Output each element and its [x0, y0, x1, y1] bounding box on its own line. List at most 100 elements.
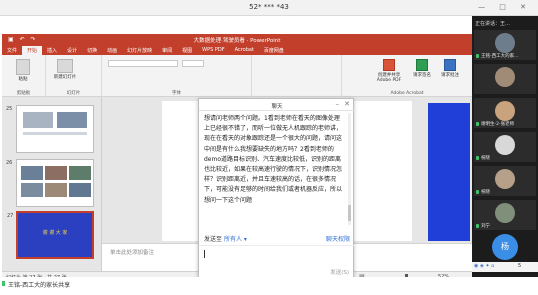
slide-thumbnail-25[interactable]: 25	[6, 105, 94, 153]
self-avatar[interactable]: 杨	[492, 234, 518, 260]
ribbon-group-acrobat: 创建并共享Adobe PDF 请求签名 请求批注 Adobe Acrobat	[342, 55, 472, 97]
paste-button[interactable]: 粘贴	[10, 59, 36, 82]
thumbnail-text-line	[23, 132, 87, 135]
slide-thumbnail-26[interactable]: 26	[6, 159, 94, 207]
chat-scrollbar-thumb[interactable]	[348, 205, 351, 221]
tab-wps-pdf[interactable]: WPS PDF	[197, 46, 229, 55]
send-to-row: 发送至 所有人 ▾ 聊天权限	[204, 234, 350, 244]
participant-name: 祝晓	[481, 190, 490, 195]
participant-tile[interactable]	[474, 64, 536, 94]
chat-permission-button[interactable]: 聊天权限	[326, 234, 350, 243]
request-comments-label: 请求批注	[441, 73, 459, 78]
thumbnail-image	[21, 166, 43, 180]
text-caret	[204, 250, 205, 258]
tab-insert[interactable]: 插入	[42, 46, 62, 55]
avatar	[495, 67, 515, 87]
tab-animations[interactable]: 动画	[102, 46, 122, 55]
participant-tile[interactable]: 祝晓	[474, 132, 536, 162]
window-controls[interactable]: — □ ✕	[478, 3, 532, 11]
active-speaker-label: 正在讲话：王…	[475, 21, 511, 27]
acrobat-group-label: Adobe Acrobat	[390, 91, 424, 96]
thumbnail-title-text: 谢 谢 大 家	[42, 230, 68, 236]
tab-view[interactable]: 视图	[177, 46, 197, 55]
slide-thumbnail-27[interactable]: 27 谢 谢 大 家	[7, 211, 94, 259]
notes-placeholder: 单击此处添加备注	[110, 250, 155, 256]
new-slide-label: 新建幻灯片	[53, 75, 77, 80]
comments-icon	[444, 59, 456, 71]
close-icon[interactable]: ✕	[344, 100, 350, 108]
send-button[interactable]: 发送(S)	[330, 268, 349, 276]
speaker-status: 王铭-西工大的家长共享	[8, 282, 71, 289]
tab-transitions[interactable]: 切换	[82, 46, 102, 55]
chat-header: 聊天 – ✕	[199, 99, 355, 111]
ribbon-group-clipboard: 粘贴 剪贴板	[2, 55, 46, 97]
slides-group-label: 幻灯片	[66, 91, 81, 96]
font-group-label: 字体	[172, 91, 181, 96]
clipboard-group-label: 剪贴板	[16, 91, 31, 96]
participant-tile[interactable]: 刘宁	[474, 200, 536, 230]
chat-scrollbar[interactable]	[348, 113, 351, 225]
chat-input[interactable]: 发送(S)	[199, 245, 355, 279]
mic-on-icon	[476, 190, 479, 194]
request-signature-label: 请求签名	[413, 73, 431, 78]
chat-title: 聊天	[271, 104, 283, 110]
send-to-dropdown[interactable]: 所有人 ▾	[224, 236, 247, 243]
request-comments-button[interactable]: 请求批注	[438, 59, 462, 78]
tab-file[interactable]: 文件	[2, 46, 22, 55]
tab-slideshow[interactable]: 幻灯片放映	[122, 46, 157, 55]
ribbon-group-slides: 新建幻灯片 幻灯片	[46, 55, 102, 97]
mic-on-icon	[476, 122, 479, 126]
participant-name: 谢明生-2-张老师	[481, 122, 515, 127]
send-to-label: 发送至	[204, 236, 223, 243]
slide-number: 27	[7, 213, 14, 219]
tray-clock: 5	[518, 263, 522, 269]
thumbnail-image	[45, 166, 67, 180]
tab-home[interactable]: 开始	[22, 46, 43, 55]
meeting-titlebar: 52* *** *43 — □ ✕	[0, 0, 538, 16]
minimize-icon[interactable]: –	[336, 100, 340, 108]
meeting-bottom-bar: 王铭-西工大的家长共享	[0, 277, 538, 295]
font-format-buttons[interactable]	[108, 71, 204, 78]
shared-powerpoint-window: ▣ ↶ ↷ 大数据处理·驾驶员看 · PowerPoint 文件 开始 插入 设…	[2, 34, 472, 282]
avatar	[495, 33, 515, 53]
slide-thumbnail-pane: 25 26 27 谢 谢 大 家	[2, 97, 102, 271]
participant-panel: 正在讲话：王… 王铭-西工大的家… 谢明生-2-张老师 祝晓 祝晓 刘宁 杨	[472, 16, 538, 277]
ribbon-group-font: 字体	[102, 55, 252, 97]
avatar	[495, 169, 515, 189]
create-share-pdf-label: 创建并共享Adobe PDF	[376, 73, 402, 83]
ppt-titlebar: ▣ ↶ ↷ 大数据处理·驾驶员看 · PowerPoint	[2, 34, 472, 46]
mic-on-icon	[2, 281, 5, 286]
system-tray: ◉ ◈ ✦ ⌂ 5	[472, 262, 538, 272]
font-size-select[interactable]	[182, 60, 204, 67]
tab-baidu-netdisk[interactable]: 百度网盘	[259, 46, 289, 55]
participant-tile[interactable]: 谢明生-2-张老师	[474, 98, 536, 128]
participant-name: 祝晓	[481, 156, 490, 161]
request-signature-button[interactable]: 请求签名	[410, 59, 434, 78]
create-share-pdf-button[interactable]: 创建并共享Adobe PDF	[372, 59, 406, 83]
slide-number: 25	[6, 106, 13, 112]
paste-icon	[16, 59, 30, 75]
tray-icons[interactable]: ◉ ◈ ✦ ⌂	[474, 263, 494, 269]
thumbnail-image	[45, 183, 67, 197]
ppt-document-title: 大数据处理·驾驶员看 · PowerPoint	[193, 38, 281, 44]
participant-tile[interactable]: 祝晓	[474, 166, 536, 196]
participant-tile[interactable]: 王铭-西工大的家…	[474, 30, 536, 60]
tab-review[interactable]: 审阅	[157, 46, 177, 55]
ribbon: 粘贴 剪贴板 新建幻灯片 幻灯片 字体 创建并共享Adobe PDF 请求签名 …	[2, 55, 472, 97]
avatar	[495, 203, 515, 223]
meeting-id-title: 52* *** *43	[249, 3, 289, 11]
thumbnail-image	[57, 112, 87, 128]
mic-on-icon	[476, 54, 479, 58]
thumbnail-image	[21, 183, 43, 197]
tab-acrobat[interactable]: Acrobat	[230, 46, 259, 55]
slide-number: 26	[6, 160, 13, 166]
tab-design[interactable]: 设计	[62, 46, 82, 55]
participant-name: 刘宁	[481, 224, 490, 229]
paste-label: 粘贴	[18, 77, 28, 82]
participant-name: 王铭-西工大的家…	[481, 54, 519, 59]
thumbnail-image	[69, 166, 91, 180]
chat-message: 想请问老师两个问题。1看到老师在看天的图像处理上已经很不错了，而听一位做无人机跟…	[204, 115, 343, 204]
signature-icon	[416, 59, 428, 71]
font-family-select[interactable]	[108, 60, 178, 67]
new-slide-button[interactable]: 新建幻灯片	[50, 59, 80, 80]
